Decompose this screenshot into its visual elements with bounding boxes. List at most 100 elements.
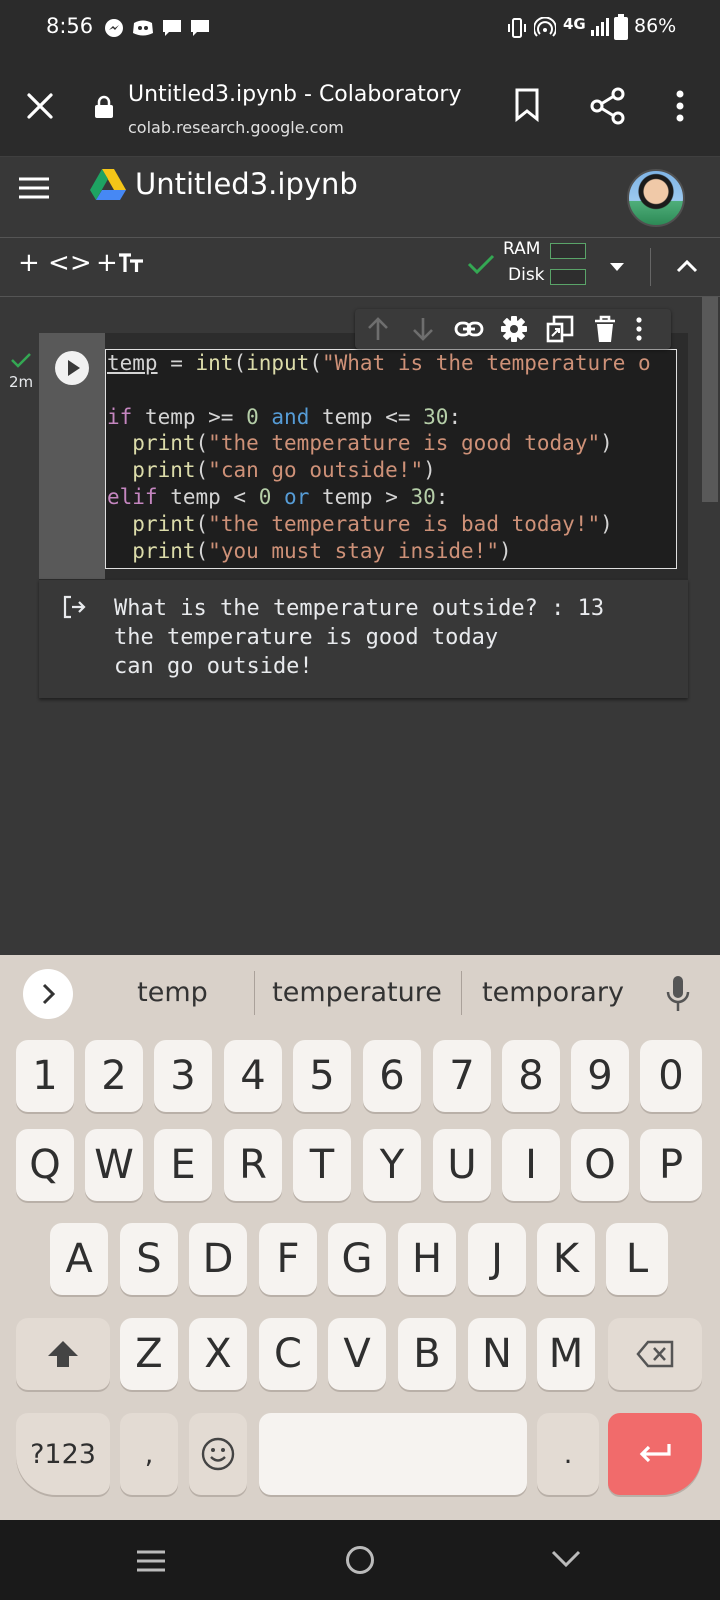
key-d[interactable]: D [189, 1223, 247, 1295]
period-key[interactable]: . [537, 1413, 599, 1495]
comma-key[interactable]: , [120, 1413, 178, 1495]
key-x[interactable]: X [189, 1318, 247, 1390]
chat-icon [162, 18, 182, 38]
navigation-bar [0, 1520, 720, 1600]
key-u[interactable]: U [433, 1129, 491, 1201]
home-icon[interactable] [345, 1545, 375, 1575]
suggestion-3[interactable]: temporary [464, 955, 642, 1031]
key-o[interactable]: O [571, 1129, 629, 1201]
shift-icon [48, 1341, 78, 1367]
emoji-key[interactable] [189, 1413, 247, 1495]
key-l[interactable]: L [606, 1223, 668, 1295]
key-m[interactable]: M [537, 1318, 595, 1390]
key-6[interactable]: 6 [363, 1040, 421, 1112]
key-f[interactable]: F [259, 1223, 317, 1295]
text-format-icon [118, 253, 143, 272]
cell-more-icon[interactable] [635, 317, 643, 341]
enter-icon [639, 1444, 671, 1463]
close-icon[interactable] [26, 92, 54, 120]
key-9[interactable]: 9 [571, 1040, 629, 1112]
key-z[interactable]: Z [120, 1318, 178, 1390]
suggestion-1[interactable]: temp [90, 955, 255, 1031]
key-w[interactable]: W [85, 1129, 143, 1201]
key-4[interactable]: 4 [224, 1040, 282, 1112]
backspace-key[interactable] [608, 1318, 702, 1390]
key-g[interactable]: G [328, 1223, 386, 1295]
output-line: What is the temperature outside? : 13 [114, 596, 605, 621]
dropdown-icon[interactable] [609, 262, 625, 272]
space-key[interactable] [259, 1413, 527, 1495]
hotspot-icon [534, 17, 556, 39]
collapse-icon[interactable] [676, 258, 698, 274]
key-n[interactable]: N [468, 1318, 526, 1390]
key-7[interactable]: 7 [433, 1040, 491, 1112]
more-vert-icon[interactable] [675, 90, 685, 122]
scrollbar[interactable] [702, 297, 718, 502]
key-p[interactable]: P [640, 1129, 702, 1201]
symbols-key[interactable]: ?123 [16, 1413, 110, 1495]
keyboard: temp temperature temporary 1 2 3 4 5 6 7… [0, 955, 720, 1520]
key-v[interactable]: V [328, 1318, 386, 1390]
browser-bar: Untitled3.ipynb - Colaboratory colab.res… [0, 56, 720, 157]
delete-icon[interactable] [593, 315, 617, 343]
key-s[interactable]: S [120, 1223, 178, 1295]
avatar[interactable] [627, 169, 685, 227]
move-down-icon[interactable] [410, 316, 436, 342]
run-cell-button[interactable] [54, 350, 90, 386]
key-b[interactable]: B [398, 1318, 456, 1390]
lock-icon [94, 95, 114, 119]
suggestion-2[interactable]: temperature [257, 955, 457, 1031]
key-y[interactable]: Y [363, 1129, 421, 1201]
settings-icon[interactable] [500, 315, 528, 343]
backspace-icon [636, 1340, 674, 1368]
key-t[interactable]: T [293, 1129, 351, 1201]
exec-time: 2m [9, 373, 34, 391]
code-editor[interactable]: temp = int(input("What is the temperatur… [105, 349, 677, 569]
recent-apps-icon[interactable] [136, 1549, 166, 1573]
key-r[interactable]: R [224, 1129, 282, 1201]
key-k[interactable]: K [537, 1223, 595, 1295]
shift-key[interactable] [16, 1318, 110, 1390]
output-line: can go outside! [114, 654, 313, 679]
output-icon[interactable] [62, 594, 88, 620]
key-3[interactable]: 3 [154, 1040, 212, 1112]
page-url: colab.research.google.com [128, 118, 344, 137]
key-q[interactable]: Q [16, 1129, 74, 1201]
connected-check-icon [467, 253, 495, 275]
key-i[interactable]: I [502, 1129, 560, 1201]
google-drive-icon[interactable] [89, 168, 127, 202]
microphone-icon[interactable] [665, 975, 691, 1013]
key-c[interactable]: C [259, 1318, 317, 1390]
key-8[interactable]: 8 [502, 1040, 560, 1112]
key-2[interactable]: 2 [85, 1040, 143, 1112]
vibrate-icon [506, 17, 528, 39]
ram-label: RAM [503, 239, 541, 259]
battery-level: 86% [634, 15, 677, 37]
key-5[interactable]: 5 [293, 1040, 351, 1112]
output-text: What is the temperature outside? : 13 th… [114, 594, 604, 681]
key-1[interactable]: 1 [16, 1040, 74, 1112]
disk-label: Disk [508, 265, 545, 285]
mirror-cell-icon[interactable] [546, 315, 574, 343]
back-icon[interactable] [551, 1550, 581, 1568]
notebook-name[interactable]: Untitled3.ipynb [135, 167, 358, 201]
share-icon[interactable] [590, 87, 626, 125]
key-e[interactable]: E [154, 1129, 212, 1201]
bookmark-icon[interactable] [513, 87, 541, 123]
key-j[interactable]: J [468, 1223, 526, 1295]
add-code-button[interactable]: + <> [18, 248, 92, 278]
move-up-icon[interactable] [365, 316, 391, 342]
code-text[interactable]: temp = int(input("What is the temperatur… [106, 350, 676, 564]
menu-icon[interactable] [18, 175, 50, 201]
key-h[interactable]: H [398, 1223, 456, 1295]
suggestion-divider [254, 971, 255, 1015]
key-a[interactable]: A [50, 1223, 108, 1295]
resource-monitor[interactable]: RAM Disk [500, 238, 590, 296]
enter-key[interactable] [608, 1413, 702, 1495]
key-0[interactable]: 0 [640, 1040, 702, 1112]
add-text-button[interactable]: + [96, 248, 144, 278]
link-icon[interactable] [454, 319, 484, 339]
emoji-icon [201, 1437, 235, 1471]
suggestion-expand-button[interactable] [22, 968, 74, 1020]
suggestion-divider [461, 971, 462, 1015]
